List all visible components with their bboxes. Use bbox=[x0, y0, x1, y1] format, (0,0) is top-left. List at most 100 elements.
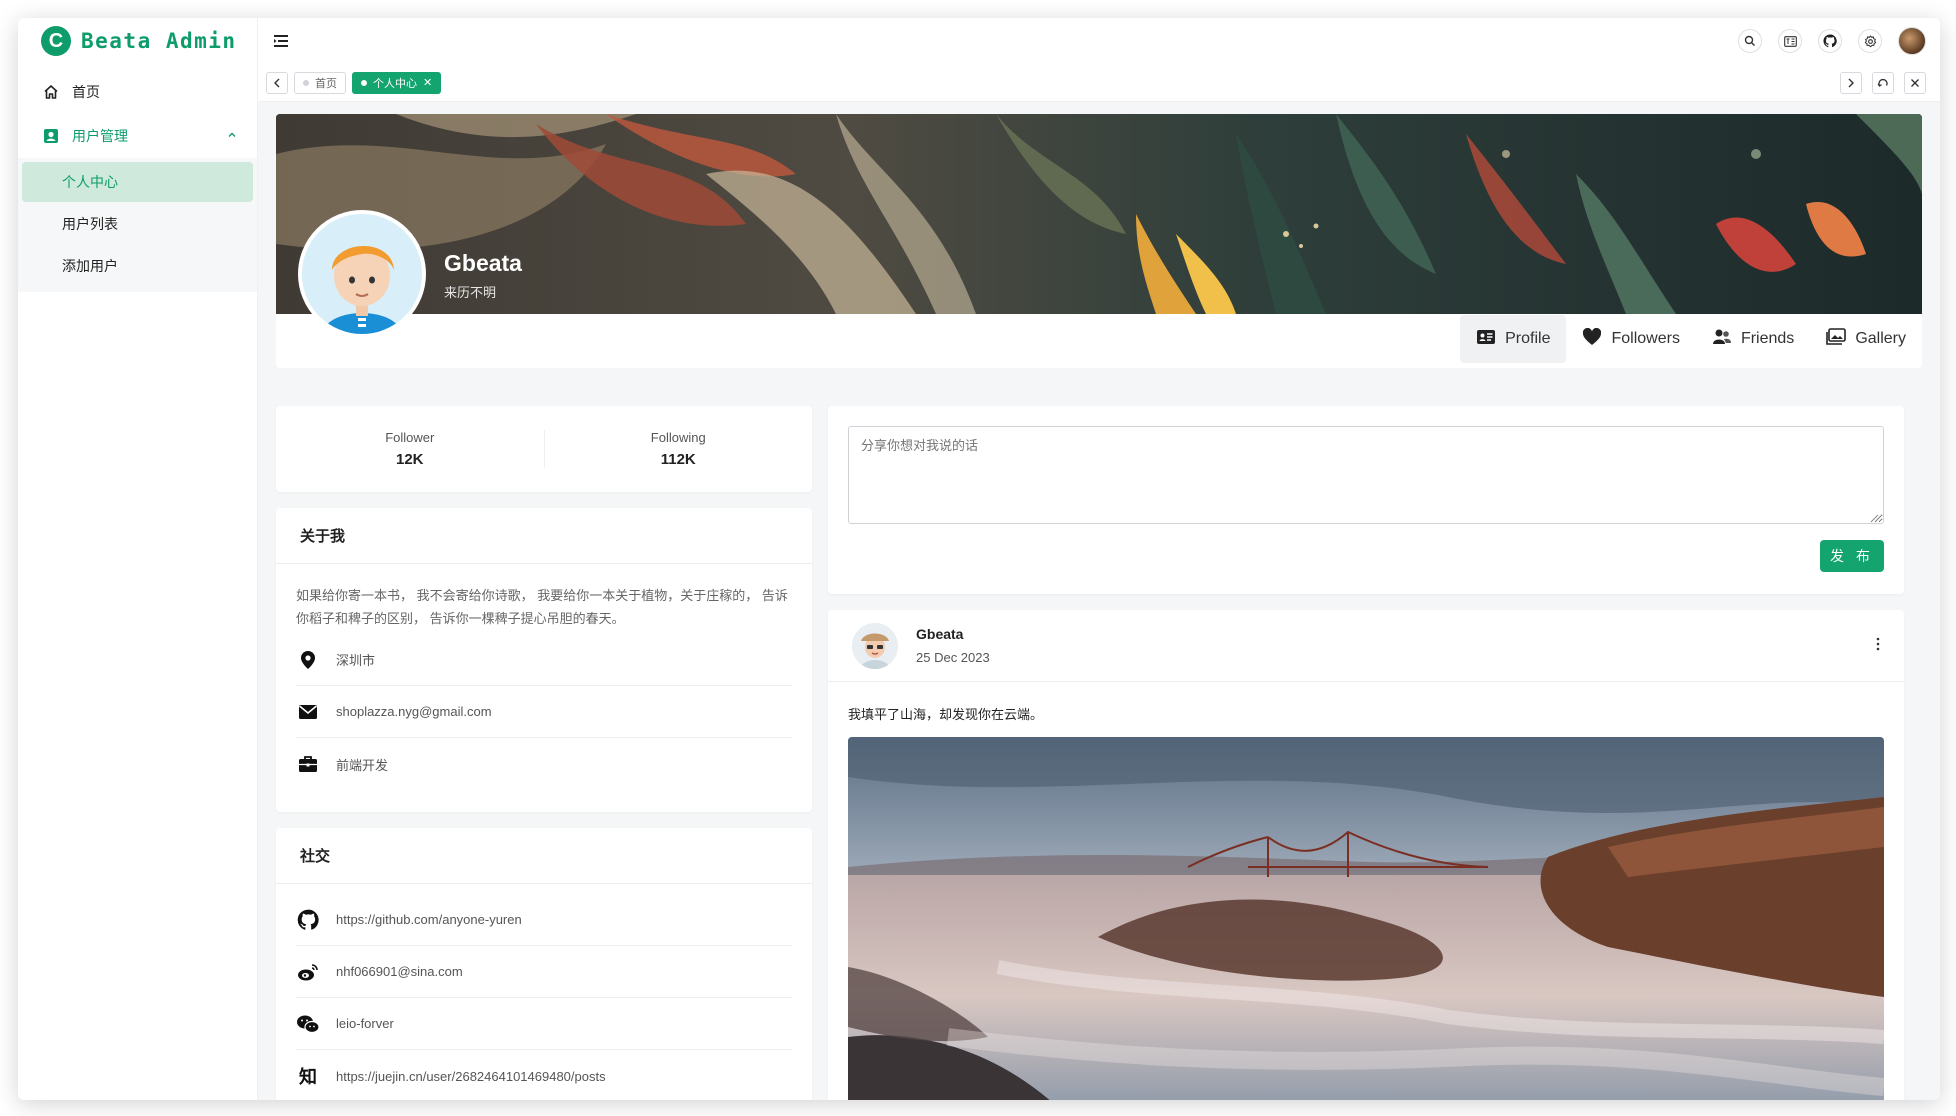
info-value[interactable]: shoplazza.nyg@gmail.com bbox=[336, 704, 492, 719]
social-card: 社交 https://github.com/anyone-yuren nhf06… bbox=[276, 828, 812, 1100]
refresh-icon[interactable] bbox=[1872, 71, 1894, 94]
post-header: Gbeata 25 Dec 2023 bbox=[828, 610, 1904, 682]
friends-icon bbox=[1712, 328, 1732, 351]
social-github: https://github.com/anyone-yuren bbox=[296, 894, 792, 946]
tabs-next-button[interactable] bbox=[1840, 71, 1862, 94]
stat-value: 112K bbox=[660, 451, 696, 468]
social-value[interactable]: nhf066901@sina.com bbox=[336, 964, 463, 979]
app-window: C Beata Admin 首页 用户管理 个人中心 用户列表 添加用户 首页 … bbox=[18, 18, 1940, 1100]
mail-icon bbox=[296, 700, 320, 724]
social-value[interactable]: https://juejin.cn/user/2682464101469480/… bbox=[336, 1069, 606, 1084]
info-value: 前端开发 bbox=[336, 757, 389, 773]
sidebar-item-label: 首页 bbox=[72, 84, 100, 100]
post-text: 我填平了山海，却发现你在云端。 bbox=[848, 707, 1044, 722]
tab-gallery[interactable]: Gallery bbox=[1810, 315, 1922, 363]
logo-icon: C bbox=[41, 26, 71, 56]
about-title: 关于我 bbox=[276, 508, 812, 564]
tab-profile-view[interactable]: Profile bbox=[1460, 315, 1567, 363]
resize-handle-icon[interactable] bbox=[1869, 510, 1879, 528]
about-info-list: 深圳市 shoplazza.nyg@gmail.com 前端开发 bbox=[276, 634, 812, 812]
sidebar-submenu: 个人中心 用户列表 添加用户 bbox=[18, 158, 257, 292]
stat-value: 12K bbox=[395, 451, 424, 468]
tabs-actions bbox=[1840, 71, 1926, 94]
about-card: 关于我 如果给你寄一本书， 我不会寄给你诗歌， 我要给你一本关于植物，关于庄稼的… bbox=[276, 508, 812, 812]
message-textarea[interactable] bbox=[848, 426, 1884, 524]
header-actions bbox=[1738, 27, 1926, 55]
briefcase-icon bbox=[296, 752, 320, 776]
heart-icon bbox=[1582, 327, 1602, 351]
social-value[interactable]: leio-forver bbox=[336, 1016, 394, 1031]
app-name: Beata Admin bbox=[81, 29, 237, 53]
about-text: 如果给你寄一本书， 我不会寄给你诗歌， 我要给你一本关于植物，关于庄稼的， 告诉… bbox=[296, 588, 788, 626]
logo[interactable]: C Beata Admin bbox=[18, 18, 257, 64]
zhihu-icon: 知 bbox=[299, 1067, 317, 1087]
avatar[interactable] bbox=[1898, 27, 1926, 55]
profile-tab-label: Profile bbox=[1505, 330, 1551, 347]
profile-tab-label: Friends bbox=[1740, 330, 1795, 347]
info-email: shoplazza.nyg@gmail.com bbox=[296, 686, 792, 738]
publish-button[interactable]: 发 布 bbox=[1820, 540, 1884, 572]
sidebar-group-label: 用户管理 bbox=[72, 128, 128, 144]
left-column: Follower 12K Following 112K 关于我 如果给你寄一本书… bbox=[276, 406, 812, 1100]
social-value[interactable]: https://github.com/anyone-yuren bbox=[336, 912, 522, 927]
stats-card: Follower 12K Following 112K bbox=[276, 406, 812, 492]
stat-following: Following 112K bbox=[543, 430, 813, 468]
location-pin-icon bbox=[296, 648, 320, 672]
sidebar-item-profile[interactable]: 个人中心 bbox=[22, 162, 253, 202]
post-card: Gbeata 25 Dec 2023 我填平了山海，却发现你在云端。 bbox=[828, 610, 1904, 1100]
profile-tabs: Profile Followers Friends Gallery bbox=[1460, 314, 1922, 364]
post-meta: Gbeata 25 Dec 2023 bbox=[916, 626, 990, 665]
tab-dot bbox=[361, 79, 367, 86]
tab-friends[interactable]: Friends bbox=[1696, 315, 1810, 363]
profile-card-icon bbox=[1476, 329, 1496, 350]
social-title: 社交 bbox=[276, 828, 812, 884]
more-options-icon[interactable] bbox=[1876, 635, 1880, 656]
post-author-avatar[interactable] bbox=[852, 622, 898, 669]
profile-subtitle: 来历不明 bbox=[444, 285, 497, 300]
stat-follower: Follower 12K bbox=[276, 430, 544, 468]
info-location: 深圳市 bbox=[296, 634, 792, 686]
sidebar: C Beata Admin 首页 用户管理 个人中心 用户列表 添加用户 bbox=[18, 18, 258, 1100]
right-column: 发 布 bbox=[828, 406, 1904, 1100]
tab-profile[interactable]: 个人中心 ✕ bbox=[352, 71, 442, 94]
translate-icon[interactable] bbox=[1778, 29, 1802, 53]
search-icon[interactable] bbox=[1738, 29, 1762, 53]
social-weibo: nhf066901@sina.com bbox=[296, 946, 792, 998]
info-value: 深圳市 bbox=[336, 653, 376, 668]
gallery-icon bbox=[1826, 327, 1847, 351]
menu-toggle-icon[interactable] bbox=[270, 30, 292, 52]
sidebar-group-user-management[interactable]: 用户管理 bbox=[18, 114, 257, 158]
home-icon bbox=[42, 83, 60, 101]
social-wechat: leio-forver bbox=[296, 998, 792, 1050]
main-content: Gbeata 来历不明 Profile Followers Friends Ga… bbox=[258, 102, 1940, 1100]
cover-image bbox=[276, 114, 1922, 314]
tab-label: 首页 bbox=[315, 77, 337, 90]
post-author[interactable]: Gbeata bbox=[916, 626, 990, 642]
tab-dot bbox=[303, 79, 309, 86]
sidebar-item-add-user[interactable]: 添加用户 bbox=[22, 246, 253, 286]
close-all-icon[interactable] bbox=[1904, 71, 1926, 94]
chevron-up-icon bbox=[227, 129, 237, 143]
sidebar-menu: 首页 用户管理 个人中心 用户列表 添加用户 bbox=[18, 70, 257, 292]
social-zhihu: 知 https://juejin.cn/user/268246410146948… bbox=[296, 1050, 792, 1100]
tab-home[interactable]: 首页 bbox=[294, 71, 346, 94]
sidebar-item-home[interactable]: 首页 bbox=[18, 70, 257, 114]
profile-tab-label: Followers bbox=[1611, 330, 1680, 347]
weibo-icon bbox=[296, 960, 320, 984]
settings-icon[interactable] bbox=[1858, 29, 1882, 53]
profile-tab-label: Gallery bbox=[1855, 330, 1906, 347]
tabs-bar: 首页 个人中心 ✕ bbox=[258, 64, 1940, 102]
social-list: https://github.com/anyone-yuren nhf06690… bbox=[276, 884, 812, 1100]
profile-header-card: Gbeata 来历不明 Profile Followers Friends Ga… bbox=[276, 114, 1922, 368]
tabs-prev-button[interactable] bbox=[266, 71, 288, 94]
tab-followers[interactable]: Followers bbox=[1566, 315, 1695, 363]
post-image[interactable] bbox=[848, 737, 1884, 1100]
post-date: 25 Dec 2023 bbox=[916, 650, 990, 665]
tab-label: 个人中心 bbox=[373, 77, 417, 90]
sidebar-item-user-list[interactable]: 用户列表 bbox=[22, 204, 253, 244]
github-icon[interactable] bbox=[1818, 29, 1842, 53]
close-icon[interactable]: ✕ bbox=[423, 76, 432, 89]
stat-label: Following bbox=[650, 430, 706, 445]
profile-avatar bbox=[298, 210, 426, 338]
profile-name: Gbeata bbox=[444, 250, 522, 276]
